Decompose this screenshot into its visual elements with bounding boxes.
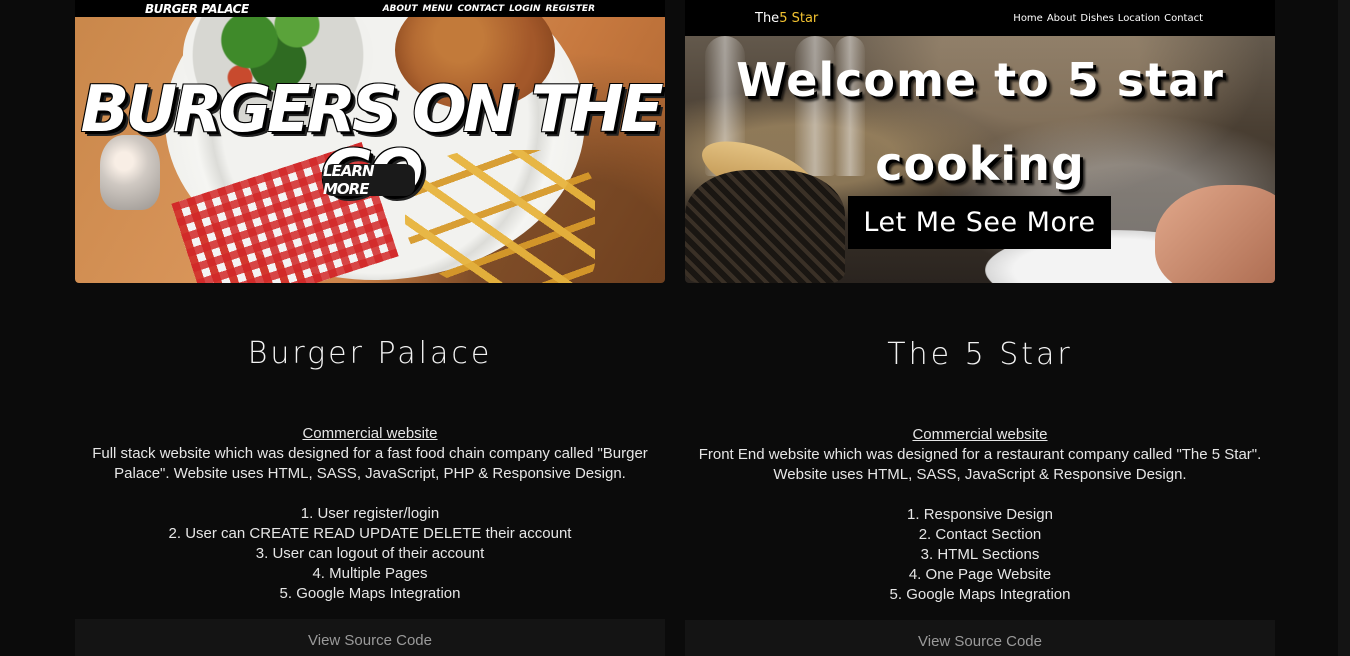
preview-nav-item: LOGIN xyxy=(509,3,541,14)
page-scrollbar-track[interactable] xyxy=(1338,0,1350,656)
project-kind: Commercial website xyxy=(912,426,1048,443)
preview-nav-item: Dishes xyxy=(1080,12,1114,24)
preview-headline: Welcome to 5 star cooking xyxy=(685,38,1275,206)
preview-nav-item: REGISTER xyxy=(545,3,595,14)
feature-item: 1. User register/login xyxy=(300,505,440,522)
feature-item: 5. Google Maps Integration xyxy=(889,586,1071,603)
preview-navbar: The5 Star Home About Dishes Location Con… xyxy=(685,0,1275,36)
feature-item: 2. Contact Section xyxy=(918,526,1042,543)
feature-item: 4. One Page Website xyxy=(908,566,1052,583)
project-title: The 5 Star xyxy=(887,337,1073,372)
preview-cta: Let Me See More xyxy=(848,196,1111,249)
preview-cta: LEARN MORE xyxy=(323,162,415,198)
feature-item: 3. HTML Sections xyxy=(920,546,1040,563)
project-title: Burger Palace xyxy=(247,336,493,371)
preview-logo: The5 Star xyxy=(755,11,818,26)
preview-nav-item: MENU xyxy=(422,3,453,14)
project-card-burger-palace: BURGER PALACE ABOUT MENU CONTACT LOGIN R… xyxy=(75,0,665,656)
project-description: Commercial website Full stack website wh… xyxy=(85,424,655,604)
preview-nav-item: About xyxy=(1046,12,1077,24)
preview-nav-item: Location xyxy=(1117,12,1161,24)
preview-nav-item: Home xyxy=(1013,12,1043,24)
preview-logo-accent: 5 Star xyxy=(779,10,819,26)
project-preview-image[interactable]: BURGER PALACE ABOUT MENU CONTACT LOGIN R… xyxy=(75,0,665,283)
feature-item: 2. User can CREATE READ UPDATE DELETE th… xyxy=(168,525,572,542)
view-source-button[interactable]: View Source Code xyxy=(75,619,665,656)
project-kind: Commercial website xyxy=(302,425,438,442)
feature-list: 1. Responsive Design 2. Contact Section … xyxy=(695,505,1265,605)
project-summary: Front End website which was designed for… xyxy=(698,446,1262,483)
feature-item: 4. Multiple Pages xyxy=(312,565,428,582)
preview-nav-item: Contact xyxy=(1164,12,1203,24)
preview-nav-item: CONTACT xyxy=(457,3,505,14)
preview-logo: BURGER PALACE xyxy=(145,1,249,16)
preview-navbar: BURGER PALACE ABOUT MENU CONTACT LOGIN R… xyxy=(75,0,665,17)
project-card-the-5-star: The5 Star Home About Dishes Location Con… xyxy=(685,0,1275,656)
preview-nav-links: Home About Dishes Location Contact xyxy=(1013,13,1203,24)
preview-headline-line: Welcome to 5 star xyxy=(736,53,1224,107)
feature-item: 3. User can logout of their account xyxy=(255,545,485,562)
project-summary: Full stack website which was designed fo… xyxy=(92,445,648,482)
project-preview-image[interactable]: The5 Star Home About Dishes Location Con… xyxy=(685,0,1275,283)
view-source-button[interactable]: View Source Code xyxy=(685,620,1275,656)
feature-item: 1. Responsive Design xyxy=(907,506,1053,523)
feature-item: 5. Google Maps Integration xyxy=(279,585,461,602)
feature-list: 1. User register/login 2. User can CREAT… xyxy=(85,504,655,604)
preview-nav-links: ABOUT MENU CONTACT LOGIN REGISTER xyxy=(383,4,595,14)
preview-nav-item: ABOUT xyxy=(382,3,418,14)
project-description: Commercial website Front End website whi… xyxy=(695,425,1265,605)
preview-logo-prefix: The xyxy=(755,10,780,26)
preview-headline-line: cooking xyxy=(875,137,1085,191)
